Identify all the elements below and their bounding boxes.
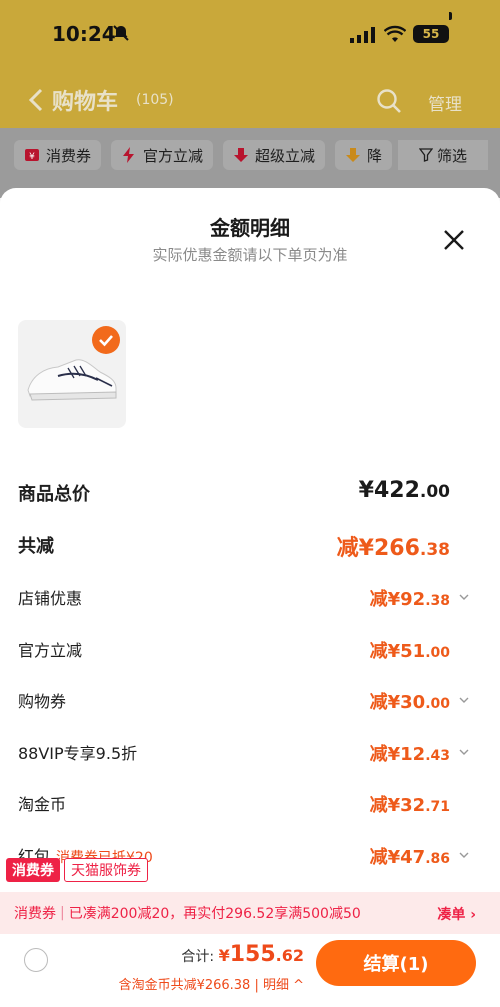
row-item-total: 商品总价 ¥422.00	[18, 468, 480, 520]
checkout-button[interactable]: 结算(1)	[316, 940, 476, 986]
row-label: 88VIP专享9.5折	[18, 743, 138, 763]
down-arrow-icon	[346, 148, 361, 162]
filter-label: 筛选	[436, 146, 467, 165]
row-value: 减¥266.38	[336, 535, 450, 561]
promo-bar[interactable]: 消费券 | 已凑满200减20，再实付296.52享满500减50 凑单 ›	[0, 892, 500, 934]
sheet-title: 金额明细	[210, 216, 290, 240]
funnel-icon	[418, 148, 433, 162]
row-label: 店铺优惠	[18, 589, 83, 608]
chip-label: 消费券	[46, 146, 92, 165]
row-value: 减¥51.00	[369, 640, 450, 662]
cart-nav-bar: 购物车 (105) 管理	[0, 80, 500, 124]
down-arrow-icon	[234, 148, 249, 162]
promo-tag: 消费券	[14, 906, 56, 922]
chip-label: 官方立减	[143, 146, 204, 165]
row-taojinbi: 淘金币 减¥32.71	[18, 777, 480, 829]
status-time: 10:24	[52, 22, 116, 46]
row-label: 淘金币	[18, 795, 67, 814]
promo-text: 已凑满200减20，再实付296.52享满500减50	[68, 906, 361, 922]
row-value: ¥422.00	[358, 478, 450, 503]
promo-divider: |	[60, 905, 65, 921]
selected-check-icon[interactable]	[92, 326, 120, 354]
filter-button[interactable]: 筛选	[398, 140, 488, 170]
chip-label: 降	[367, 146, 383, 165]
page-title: 购物车	[52, 90, 119, 115]
signal-icon	[350, 27, 375, 43]
back-chevron-icon[interactable]	[28, 88, 44, 112]
coupon-tags: 消费券 天猫服饰券	[6, 858, 148, 882]
row-88vip-discount[interactable]: 88VIP专享9.5折 减¥12.43	[18, 726, 480, 778]
total-line: 合计: ¥155.62	[181, 942, 304, 967]
chip-super-discount[interactable]: 超级立减	[223, 140, 326, 170]
sheet-subtitle: 实际优惠金额请以下单页为准	[152, 246, 348, 264]
chevron-down-icon[interactable]	[458, 849, 470, 861]
consumer-coupon-tag: 消费券	[6, 858, 60, 882]
total-amount: ¥155.62	[218, 942, 304, 967]
bell-muted-icon	[113, 25, 129, 41]
chevron-down-icon[interactable]	[458, 694, 470, 706]
search-icon[interactable]	[376, 88, 402, 114]
chip-official-discount[interactable]: 官方立减	[111, 140, 214, 170]
select-all-radio[interactable]	[24, 948, 48, 972]
status-bar: 10:24 55	[0, 18, 500, 52]
row-total-discount: 共减 减¥266.38	[18, 520, 480, 572]
row-store-discount[interactable]: 店铺优惠 减¥92.38	[18, 571, 480, 623]
total-label: 合计:	[181, 949, 215, 965]
wifi-icon	[384, 25, 406, 42]
checkout-bar: 合计: ¥155.62 含淘金币共减¥266.38 | 明细 ^ 结算(1)	[0, 934, 500, 1007]
chip-consumer-coupon[interactable]: ¥ 消费券	[14, 140, 102, 170]
chevron-down-icon[interactable]	[458, 746, 470, 758]
row-label: 共减	[18, 535, 54, 557]
row-value: 减¥92.38	[369, 589, 450, 610]
add-items-link[interactable]: 凑单 ›	[437, 904, 476, 924]
discount-detail-toggle[interactable]: 含淘金币共减¥266.38 | 明细 ^	[119, 974, 304, 993]
row-official-discount: 官方立减 减¥51.00	[18, 623, 480, 675]
lightning-icon	[123, 147, 135, 163]
row-value: 减¥12.43	[369, 743, 450, 765]
coupon-icon: ¥	[25, 149, 39, 162]
chip-price-drop[interactable]: 降	[335, 140, 393, 170]
chip-label: 超级立减	[255, 146, 316, 165]
cart-count: (105)	[136, 92, 174, 108]
price-breakdown: 商品总价 ¥422.00 共减 减¥266.38 店铺优惠 减¥92.38 官方…	[18, 468, 480, 880]
svg-text:¥: ¥	[29, 152, 35, 162]
battery-tip	[449, 12, 452, 20]
row-label: 官方立减	[18, 640, 83, 660]
amount-detail-sheet: 金额明细 实际优惠金额请以下单页为准 商品总价 ¥422.00 共减 减¥266…	[0, 188, 500, 1007]
row-value: 减¥30.00	[369, 692, 450, 713]
chevron-down-icon[interactable]	[458, 591, 470, 603]
tmall-apparel-coupon-tag: 天猫服饰券	[64, 858, 148, 882]
close-icon[interactable]	[442, 228, 466, 252]
row-value: 减¥32.71	[369, 795, 450, 816]
filter-chips: ¥ 消费券 官方立减 超级立减 降	[14, 140, 393, 170]
row-value: 减¥47.86	[369, 846, 450, 868]
row-shopping-voucher[interactable]: 购物券 减¥30.00	[18, 674, 480, 726]
battery-indicator: 55	[413, 25, 449, 43]
row-label: 购物券	[18, 692, 67, 711]
row-label: 商品总价	[18, 484, 90, 505]
manage-button[interactable]: 管理	[428, 90, 462, 115]
